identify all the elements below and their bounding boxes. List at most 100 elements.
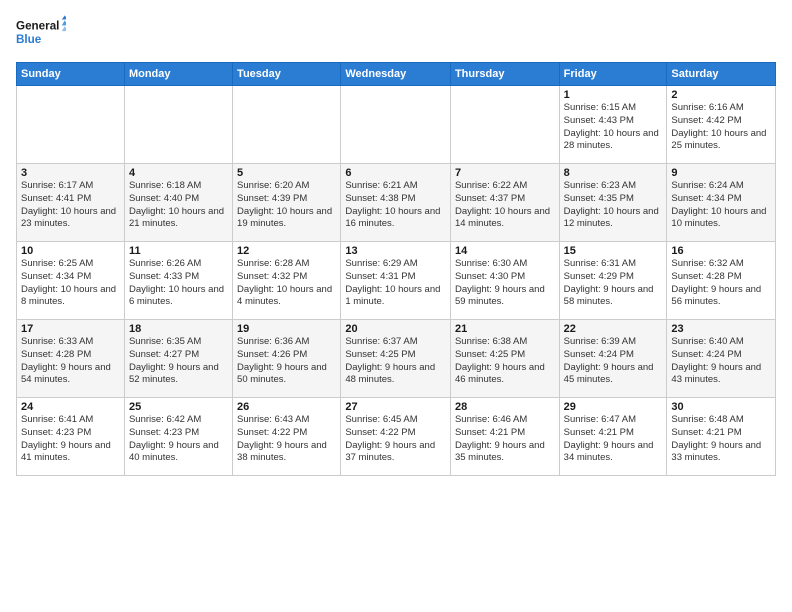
day-info: Sunrise: 6:43 AMSunset: 4:22 PMDaylight:… <box>237 414 336 465</box>
day-number: 25 <box>129 401 228 413</box>
day-info: Sunrise: 6:47 AMSunset: 4:21 PMDaylight:… <box>564 414 663 465</box>
day-cell: 1Sunrise: 6:15 AMSunset: 4:43 PMDaylight… <box>559 86 667 164</box>
day-cell: 13Sunrise: 6:29 AMSunset: 4:31 PMDayligh… <box>341 242 451 320</box>
day-number: 18 <box>129 323 228 335</box>
week-row-4: 17Sunrise: 6:33 AMSunset: 4:28 PMDayligh… <box>17 320 776 398</box>
day-cell <box>17 86 125 164</box>
day-cell: 11Sunrise: 6:26 AMSunset: 4:33 PMDayligh… <box>124 242 232 320</box>
day-info: Sunrise: 6:35 AMSunset: 4:27 PMDaylight:… <box>129 336 228 387</box>
day-cell: 14Sunrise: 6:30 AMSunset: 4:30 PMDayligh… <box>450 242 559 320</box>
day-number: 1 <box>564 89 663 101</box>
day-info: Sunrise: 6:21 AMSunset: 4:38 PMDaylight:… <box>345 180 446 231</box>
day-header-saturday: Saturday <box>667 63 776 86</box>
day-info: Sunrise: 6:26 AMSunset: 4:33 PMDaylight:… <box>129 258 228 309</box>
day-info: Sunrise: 6:41 AMSunset: 4:23 PMDaylight:… <box>21 414 120 465</box>
header: General Blue <box>16 12 776 52</box>
day-number: 22 <box>564 323 663 335</box>
day-cell: 2Sunrise: 6:16 AMSunset: 4:42 PMDaylight… <box>667 86 776 164</box>
day-number: 8 <box>564 167 663 179</box>
day-cell <box>124 86 232 164</box>
day-cell: 23Sunrise: 6:40 AMSunset: 4:24 PMDayligh… <box>667 320 776 398</box>
day-number: 14 <box>455 245 555 257</box>
day-cell: 27Sunrise: 6:45 AMSunset: 4:22 PMDayligh… <box>341 398 451 476</box>
week-row-2: 3Sunrise: 6:17 AMSunset: 4:41 PMDaylight… <box>17 164 776 242</box>
calendar-table: SundayMondayTuesdayWednesdayThursdayFrid… <box>16 62 776 476</box>
day-cell: 26Sunrise: 6:43 AMSunset: 4:22 PMDayligh… <box>233 398 341 476</box>
day-info: Sunrise: 6:32 AMSunset: 4:28 PMDaylight:… <box>671 258 771 309</box>
day-info: Sunrise: 6:22 AMSunset: 4:37 PMDaylight:… <box>455 180 555 231</box>
day-info: Sunrise: 6:16 AMSunset: 4:42 PMDaylight:… <box>671 102 771 153</box>
day-info: Sunrise: 6:46 AMSunset: 4:21 PMDaylight:… <box>455 414 555 465</box>
day-cell <box>233 86 341 164</box>
day-cell <box>450 86 559 164</box>
day-number: 29 <box>564 401 663 413</box>
day-number: 23 <box>671 323 771 335</box>
day-number: 19 <box>237 323 336 335</box>
day-number: 28 <box>455 401 555 413</box>
week-row-1: 1Sunrise: 6:15 AMSunset: 4:43 PMDaylight… <box>17 86 776 164</box>
day-cell: 6Sunrise: 6:21 AMSunset: 4:38 PMDaylight… <box>341 164 451 242</box>
day-number: 30 <box>671 401 771 413</box>
day-cell: 18Sunrise: 6:35 AMSunset: 4:27 PMDayligh… <box>124 320 232 398</box>
day-info: Sunrise: 6:42 AMSunset: 4:23 PMDaylight:… <box>129 414 228 465</box>
day-number: 15 <box>564 245 663 257</box>
day-number: 27 <box>345 401 446 413</box>
day-header-monday: Monday <box>124 63 232 86</box>
day-header-thursday: Thursday <box>450 63 559 86</box>
day-cell: 5Sunrise: 6:20 AMSunset: 4:39 PMDaylight… <box>233 164 341 242</box>
day-number: 7 <box>455 167 555 179</box>
day-number: 24 <box>21 401 120 413</box>
logo-svg: General Blue <box>16 12 66 52</box>
day-cell: 30Sunrise: 6:48 AMSunset: 4:21 PMDayligh… <box>667 398 776 476</box>
day-header-wednesday: Wednesday <box>341 63 451 86</box>
day-number: 17 <box>21 323 120 335</box>
day-info: Sunrise: 6:40 AMSunset: 4:24 PMDaylight:… <box>671 336 771 387</box>
day-cell <box>341 86 451 164</box>
day-info: Sunrise: 6:45 AMSunset: 4:22 PMDaylight:… <box>345 414 446 465</box>
day-number: 6 <box>345 167 446 179</box>
day-cell: 19Sunrise: 6:36 AMSunset: 4:26 PMDayligh… <box>233 320 341 398</box>
day-cell: 12Sunrise: 6:28 AMSunset: 4:32 PMDayligh… <box>233 242 341 320</box>
week-row-3: 10Sunrise: 6:25 AMSunset: 4:34 PMDayligh… <box>17 242 776 320</box>
day-info: Sunrise: 6:24 AMSunset: 4:34 PMDaylight:… <box>671 180 771 231</box>
day-number: 9 <box>671 167 771 179</box>
day-cell: 4Sunrise: 6:18 AMSunset: 4:40 PMDaylight… <box>124 164 232 242</box>
day-info: Sunrise: 6:39 AMSunset: 4:24 PMDaylight:… <box>564 336 663 387</box>
day-number: 3 <box>21 167 120 179</box>
day-cell: 21Sunrise: 6:38 AMSunset: 4:25 PMDayligh… <box>450 320 559 398</box>
day-cell: 29Sunrise: 6:47 AMSunset: 4:21 PMDayligh… <box>559 398 667 476</box>
day-cell: 20Sunrise: 6:37 AMSunset: 4:25 PMDayligh… <box>341 320 451 398</box>
day-info: Sunrise: 6:36 AMSunset: 4:26 PMDaylight:… <box>237 336 336 387</box>
day-number: 26 <box>237 401 336 413</box>
week-row-5: 24Sunrise: 6:41 AMSunset: 4:23 PMDayligh… <box>17 398 776 476</box>
day-cell: 15Sunrise: 6:31 AMSunset: 4:29 PMDayligh… <box>559 242 667 320</box>
calendar-header-row: SundayMondayTuesdayWednesdayThursdayFrid… <box>17 63 776 86</box>
day-info: Sunrise: 6:37 AMSunset: 4:25 PMDaylight:… <box>345 336 446 387</box>
day-header-friday: Friday <box>559 63 667 86</box>
day-cell: 28Sunrise: 6:46 AMSunset: 4:21 PMDayligh… <box>450 398 559 476</box>
day-info: Sunrise: 6:28 AMSunset: 4:32 PMDaylight:… <box>237 258 336 309</box>
day-number: 12 <box>237 245 336 257</box>
day-cell: 25Sunrise: 6:42 AMSunset: 4:23 PMDayligh… <box>124 398 232 476</box>
day-number: 13 <box>345 245 446 257</box>
page: General Blue SundayMondayTuesdayWednesda… <box>0 0 792 612</box>
day-info: Sunrise: 6:15 AMSunset: 4:43 PMDaylight:… <box>564 102 663 153</box>
day-info: Sunrise: 6:20 AMSunset: 4:39 PMDaylight:… <box>237 180 336 231</box>
day-number: 20 <box>345 323 446 335</box>
day-cell: 8Sunrise: 6:23 AMSunset: 4:35 PMDaylight… <box>559 164 667 242</box>
day-cell: 9Sunrise: 6:24 AMSunset: 4:34 PMDaylight… <box>667 164 776 242</box>
day-number: 11 <box>129 245 228 257</box>
day-info: Sunrise: 6:31 AMSunset: 4:29 PMDaylight:… <box>564 258 663 309</box>
day-cell: 22Sunrise: 6:39 AMSunset: 4:24 PMDayligh… <box>559 320 667 398</box>
day-info: Sunrise: 6:33 AMSunset: 4:28 PMDaylight:… <box>21 336 120 387</box>
day-info: Sunrise: 6:23 AMSunset: 4:35 PMDaylight:… <box>564 180 663 231</box>
day-cell: 7Sunrise: 6:22 AMSunset: 4:37 PMDaylight… <box>450 164 559 242</box>
day-cell: 10Sunrise: 6:25 AMSunset: 4:34 PMDayligh… <box>17 242 125 320</box>
day-number: 2 <box>671 89 771 101</box>
day-number: 16 <box>671 245 771 257</box>
svg-text:Blue: Blue <box>16 33 42 46</box>
day-header-tuesday: Tuesday <box>233 63 341 86</box>
day-info: Sunrise: 6:18 AMSunset: 4:40 PMDaylight:… <box>129 180 228 231</box>
day-header-sunday: Sunday <box>17 63 125 86</box>
day-info: Sunrise: 6:29 AMSunset: 4:31 PMDaylight:… <box>345 258 446 309</box>
